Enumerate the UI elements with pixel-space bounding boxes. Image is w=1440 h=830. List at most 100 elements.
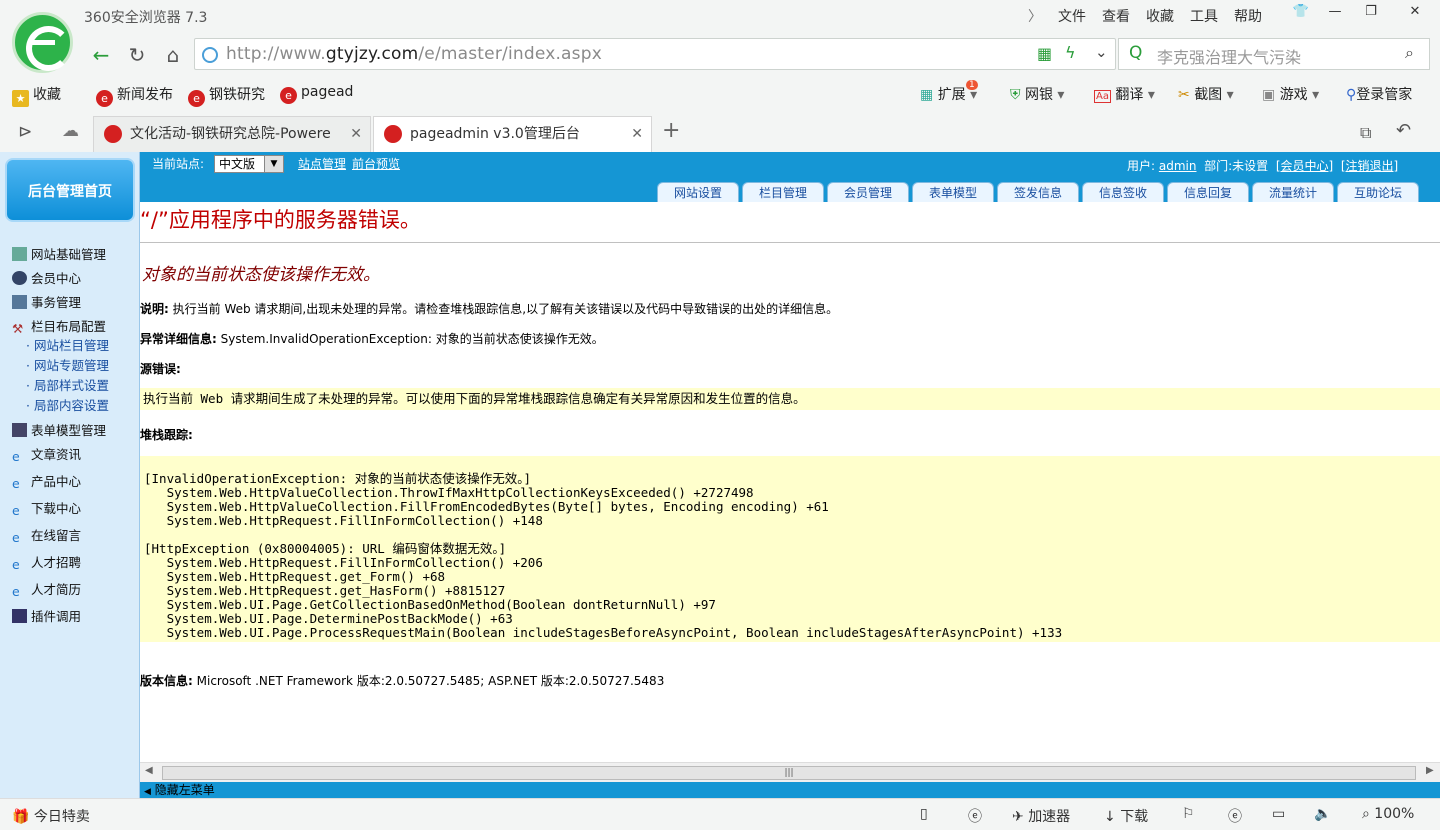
nav-tab-9[interactable]: 互助论坛 bbox=[1337, 182, 1419, 202]
page-icon: e bbox=[280, 87, 297, 104]
new-tab-button[interactable]: + bbox=[662, 118, 680, 143]
bank-button[interactable]: ⛨ 网银 ▾ bbox=[1010, 84, 1064, 104]
sidebar-item-articles[interactable]: e 文章资讯 bbox=[12, 444, 81, 464]
sidebar-item-messages[interactable]: e 在线留言 bbox=[12, 525, 81, 545]
download-button[interactable]: ↓ 下载 bbox=[1104, 806, 1148, 826]
back-icon[interactable]: ← bbox=[86, 40, 116, 70]
accelerator-button[interactable]: ✈ 加速器 bbox=[1012, 806, 1070, 826]
home-icon[interactable]: ⌂ bbox=[158, 40, 188, 70]
restore-tabs-icon[interactable]: ⧉ bbox=[1360, 123, 1371, 143]
flag-icon[interactable]: ⚐ bbox=[1182, 806, 1195, 822]
undo-icon[interactable]: ↶ bbox=[1396, 120, 1411, 141]
qrcode-icon[interactable]: ▦ bbox=[1037, 44, 1052, 63]
nav-tab-4[interactable]: 表单模型 bbox=[912, 182, 994, 202]
sidebar-sub-columns[interactable]: · 网站栏目管理 bbox=[26, 335, 109, 354]
admin-home-button[interactable]: 后台管理首页 bbox=[5, 158, 135, 222]
sidebar-item-recruit[interactable]: e 人才招聘 bbox=[12, 552, 81, 572]
key-icon: ⚲ bbox=[1346, 87, 1357, 103]
chevron-right-icon[interactable]: 〉 bbox=[1020, 6, 1050, 26]
speaker-icon[interactable]: 🔈 bbox=[1314, 806, 1331, 822]
browser-icon[interactable]: ⓔ bbox=[1228, 806, 1242, 826]
site-select[interactable]: 中文版 bbox=[214, 155, 284, 173]
nav-tab-1[interactable]: 网站设置 bbox=[657, 182, 739, 202]
close-tab-icon[interactable]: ✕ bbox=[346, 117, 362, 151]
ie-compat-icon[interactable]: ⓔ bbox=[968, 806, 982, 826]
hide-menu-bar[interactable]: ◀ 隐藏左菜单 bbox=[140, 782, 1440, 798]
search-icon[interactable]: ⌕ bbox=[1405, 43, 1414, 63]
favorites-button[interactable]: ★ 收藏 bbox=[12, 84, 61, 107]
horizontal-scrollbar[interactable]: ◀ ||| ▶ bbox=[140, 762, 1440, 782]
sidebar-item-resumes[interactable]: e 人才简历 bbox=[12, 579, 81, 599]
sidebar-item-member[interactable]: 会员中心 bbox=[12, 268, 81, 287]
scroll-thumb[interactable]: ||| bbox=[162, 766, 1416, 780]
nav-tab-7[interactable]: 信息回复 bbox=[1167, 182, 1249, 202]
sidebar-item-affairs[interactable]: 事务管理 bbox=[12, 292, 81, 311]
menu-file[interactable]: 文件 bbox=[1050, 6, 1094, 26]
window-icon[interactable]: ▭ bbox=[1272, 806, 1285, 822]
sidebar-toggle-icon[interactable]: ⊳ bbox=[18, 122, 32, 142]
nav-tab-2[interactable]: 栏目管理 bbox=[742, 182, 824, 202]
window-title: 360安全浏览器 7.3 bbox=[84, 10, 208, 26]
sidebar-item-layout[interactable]: ⚒ 栏目布局配置 bbox=[12, 316, 106, 336]
sidebar-sub-content[interactable]: · 局部内容设置 bbox=[26, 395, 109, 414]
sidebar-item-forms[interactable]: 表单模型管理 bbox=[12, 420, 106, 439]
triangle-left-icon: ◀ bbox=[144, 787, 151, 797]
menu-help[interactable]: 帮助 bbox=[1226, 6, 1270, 26]
tools-icon: ⚒ bbox=[12, 321, 24, 336]
logout-link[interactable]: [注销退出] bbox=[1341, 159, 1398, 173]
globe-icon bbox=[202, 47, 218, 63]
deals-button[interactable]: 🎁 今日特卖 bbox=[12, 806, 90, 826]
tab-culture[interactable]: 文化活动-钢铁研究总院-Powere ✕ bbox=[93, 116, 371, 152]
refresh-icon[interactable]: ↻ bbox=[122, 40, 152, 70]
tab-pageadmin[interactable]: pageadmin v3.0管理后台 ✕ bbox=[373, 116, 652, 152]
chevron-down-icon[interactable]: ⌄ bbox=[1095, 43, 1108, 61]
screenshot-button[interactable]: ✂ 截图 ▾ bbox=[1178, 84, 1234, 104]
scroll-left-icon[interactable]: ◀ bbox=[145, 765, 153, 776]
site-manage-link[interactable]: 站点管理 bbox=[298, 155, 346, 172]
fav-steel[interactable]: e 钢铁研究 bbox=[188, 84, 265, 107]
lightning-icon[interactable]: ϟ bbox=[1065, 43, 1076, 62]
zoom-control[interactable]: ⌕ 100% bbox=[1362, 806, 1414, 822]
extension-button[interactable]: ▦ 1 扩展 ▾ bbox=[920, 80, 978, 104]
nav-tab-3[interactable]: 会员管理 bbox=[827, 182, 909, 202]
menu-view[interactable]: 查看 bbox=[1094, 6, 1138, 26]
scroll-right-icon[interactable]: ▶ bbox=[1426, 765, 1434, 776]
sidebar-item-downloads[interactable]: e 下载中心 bbox=[12, 498, 81, 518]
cloud-icon[interactable]: ☁ bbox=[62, 121, 79, 141]
fav-pagead[interactable]: e pagead bbox=[280, 84, 353, 104]
maximize-button[interactable]: ❐ bbox=[1358, 4, 1384, 24]
sidebar-sub-topics[interactable]: · 网站专题管理 bbox=[26, 355, 109, 374]
menu-tools[interactable]: 工具 bbox=[1182, 6, 1226, 26]
source-error-box: 执行当前 Web 请求期间生成了未处理的异常。可以使用下面的异常堆栈跟踪信息确定… bbox=[140, 388, 1440, 410]
stack-trace-label: 堆栈跟踪: bbox=[140, 428, 193, 442]
games-button[interactable]: ▣ 游戏 ▾ bbox=[1262, 84, 1319, 104]
member-center-link[interactable]: [会员中心] bbox=[1276, 159, 1333, 173]
search-box[interactable]: Q 李克强治理大气污染 ⌕ bbox=[1118, 38, 1430, 70]
sidebar-item-site-basic[interactable]: 网站基础管理 bbox=[12, 244, 106, 263]
nav-tab-5[interactable]: 签发信息 bbox=[997, 182, 1079, 202]
login-manager-button[interactable]: ⚲登录管家 bbox=[1346, 84, 1412, 104]
sidebar-sub-styles[interactable]: · 局部样式设置 bbox=[26, 375, 109, 394]
menu-favorites[interactable]: 收藏 bbox=[1138, 6, 1182, 26]
phone-icon[interactable]: ▯ bbox=[920, 806, 928, 822]
nav-tab-6[interactable]: 信息签收 bbox=[1082, 182, 1164, 202]
minimize-button[interactable]: — bbox=[1322, 4, 1348, 24]
translate-button[interactable]: Aa 翻译 ▾ bbox=[1094, 84, 1155, 104]
user-link[interactable]: admin bbox=[1159, 159, 1197, 173]
user-info: 用户: admin 部门:未设置 [会员中心] [注销退出] bbox=[1127, 159, 1399, 173]
ie-icon: e bbox=[12, 449, 20, 464]
skin-icon[interactable]: 👕 bbox=[1288, 4, 1314, 24]
sidebar-item-plugins[interactable]: 插件调用 bbox=[12, 606, 81, 625]
sidebar-item-products[interactable]: e 产品中心 bbox=[12, 471, 81, 491]
page-content: 后台管理首页 网站基础管理 会员中心 事务管理 ⚒ 栏目布局配置 · 网站栏目管理… bbox=[0, 152, 1440, 798]
tab-bar: ⊳ ☁ 文化活动-钢铁研究总院-Powere ✕ pageadmin v3.0管理… bbox=[0, 114, 1440, 152]
nav-tab-8[interactable]: 流量统计 bbox=[1252, 182, 1334, 202]
search-input[interactable]: 李克强治理大气污染 bbox=[1157, 44, 1301, 68]
close-tab-icon[interactable]: ✕ bbox=[631, 117, 643, 151]
fav-news[interactable]: e 新闻发布 bbox=[96, 84, 173, 107]
close-window-button[interactable]: ✕ bbox=[1402, 4, 1428, 24]
url-text[interactable]: http://www.gtyjzy.com/e/master/index.asp… bbox=[226, 44, 602, 64]
address-bar[interactable]: http://www.gtyjzy.com/e/master/index.asp… bbox=[194, 38, 1116, 70]
front-preview-link[interactable]: 前台预览 bbox=[352, 155, 400, 172]
search-engine-icon[interactable]: Q bbox=[1129, 43, 1142, 63]
